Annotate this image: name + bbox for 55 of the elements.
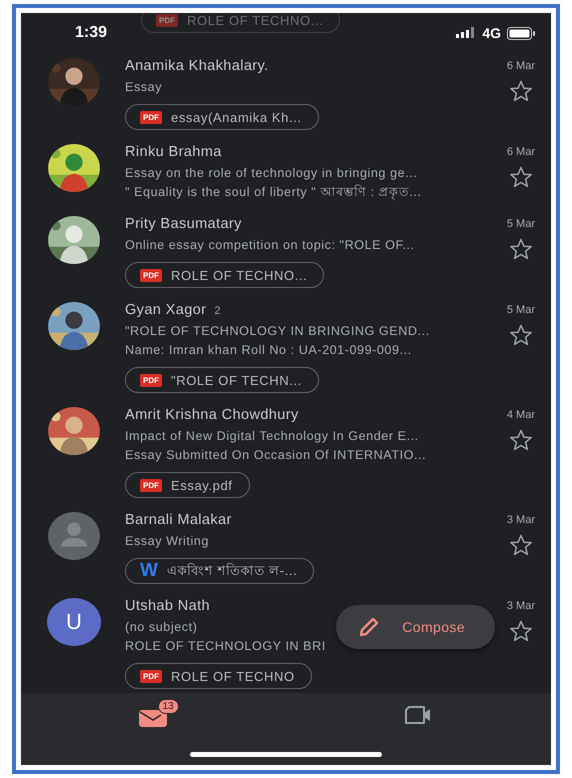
network-label: 4G — [482, 25, 501, 41]
star-icon[interactable] — [509, 166, 533, 188]
email-snippet: " Equality is the soul of liberty " আৰম্ভণি : প্ৰকৃত... — [125, 184, 422, 202]
unread-badge: 13 — [158, 699, 179, 714]
email-snippet: Essay Submitted On Occasion Of INTERNATIO... — [125, 447, 426, 464]
star-icon[interactable] — [509, 534, 533, 556]
pdf-icon: PDF — [140, 110, 162, 124]
email-snippet: Essay on the role of technology in bringing ge... — [125, 165, 418, 182]
email-snippet: Essay Writing — [125, 533, 209, 550]
attachment-chip[interactable]: PDF ROLE OF TECHNO — [125, 663, 312, 689]
email-date: 5 Mar — [506, 217, 535, 232]
email-date: 6 Mar — [506, 59, 535, 74]
email-date: 3 Mar — [506, 599, 535, 614]
email-snippet: ROLE OF TECHNOLOGY IN BRI — [125, 638, 326, 655]
signal-icon — [456, 27, 476, 39]
pdf-icon: PDF — [156, 14, 178, 26]
sender-name: Anamika Khakhalary. — [125, 58, 269, 74]
attachment-chip[interactable]: PDF essay(Anamika Kh... — [125, 104, 319, 130]
avatar-placeholder-icon — [47, 512, 101, 560]
email-snippet: "ROLE OF TECHNOLOGY IN BRINGING GEND... — [125, 323, 430, 340]
attachment-chip[interactable]: W একবিংশ শতিকাত ল-... — [125, 558, 314, 584]
sender-name: Prity Basumatary — [125, 216, 242, 232]
sender-name: Amrit Krishna Chowdhury — [125, 407, 299, 423]
email-date: 6 Mar — [506, 145, 535, 160]
email-snippet: Name: Imran khan Roll No : UA-201-099-009... — [125, 342, 412, 359]
star-icon[interactable] — [509, 620, 533, 642]
pencil-icon — [358, 616, 380, 638]
sender-name: Barnali Malakar — [125, 512, 232, 528]
letter-avatar: U — [47, 598, 101, 646]
pdf-icon: PDF — [140, 374, 162, 386]
star-icon[interactable] — [509, 80, 533, 102]
attachment-chip[interactable]: PDF ROLE OF TECHNO... — [125, 262, 324, 288]
compose-button[interactable]: Compose — [336, 605, 495, 649]
email-snippet: Online essay competition on topic: "ROLE OF... — [125, 237, 414, 254]
pdf-icon: PDF — [140, 478, 162, 492]
battery-icon — [507, 26, 535, 40]
sender-name: Rinku Brahma — [125, 144, 222, 160]
pdf-icon: PDF — [140, 268, 162, 282]
star-icon[interactable] — [509, 429, 533, 451]
email-date: 4 Mar — [506, 408, 535, 423]
thread-count: 2 — [214, 305, 221, 317]
sender-name: Utshab Nath — [125, 598, 210, 614]
email-snippet: Essay — [125, 79, 162, 96]
star-icon[interactable] — [509, 324, 533, 346]
word-icon: W — [140, 560, 158, 582]
email-snippet: Impact of New Digital Technology In Gender E... — [125, 428, 419, 445]
sender-name: Gyan Xagor — [125, 302, 206, 318]
email-date: 3 Mar — [506, 513, 535, 528]
star-icon[interactable] — [509, 238, 533, 260]
attachment-chip[interactable]: PDF "ROLE OF TECHN... — [125, 367, 319, 393]
email-snippet: (no subject) — [125, 619, 198, 636]
email-date: 5 Mar — [506, 303, 535, 318]
pdf-icon: PDF — [140, 670, 162, 682]
status-time: 1:39 — [75, 24, 108, 42]
attachment-chip[interactable]: PDF Essay.pdf — [125, 472, 250, 498]
